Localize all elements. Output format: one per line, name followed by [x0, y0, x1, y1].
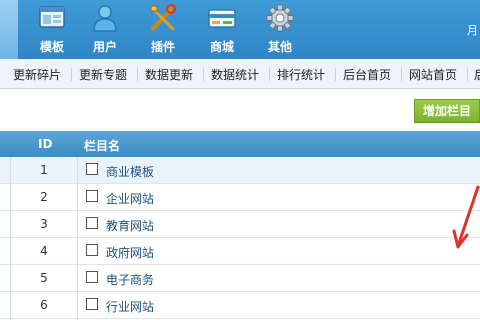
submenu-divider	[467, 68, 468, 81]
nav-item-template[interactable]: 模板	[24, 0, 80, 59]
nav-item-shop[interactable]: 商城	[194, 0, 250, 59]
row-id: 6	[40, 298, 48, 312]
submenu-update-topics[interactable]: 更新专题	[79, 66, 127, 83]
submenu-admin-home[interactable]: 后台首页	[343, 66, 391, 83]
column-header-name: 栏目名	[84, 139, 121, 153]
table-row: 6 行业网站	[0, 292, 480, 319]
row-column-name[interactable]: 教育网站	[106, 217, 154, 234]
nav-item-user[interactable]: 用户	[77, 0, 133, 59]
column-header-id: ID	[38, 137, 53, 151]
nav-label-other: 其他	[267, 40, 292, 54]
submenu-update-fragments[interactable]: 更新碎片	[13, 66, 61, 83]
table-header: ID 栏目名	[0, 131, 480, 157]
template-window-icon	[39, 6, 65, 28]
submenu-truncated-item[interactable]: 后	[474, 66, 480, 83]
row-id: 2	[40, 190, 48, 204]
user-icon	[93, 5, 117, 32]
table-row: 2 企业网站	[0, 184, 480, 211]
submenu-ranking-statistics[interactable]: 排行统计	[277, 66, 325, 83]
column-divider	[10, 157, 11, 320]
nav-label-plugin: 插件	[150, 40, 175, 54]
submenu-data-update[interactable]: 数据更新	[145, 66, 193, 83]
row-id: 4	[40, 244, 48, 258]
gear-icon	[266, 4, 294, 32]
row-id: 3	[40, 217, 48, 231]
row-id: 5	[40, 271, 48, 285]
submenu-divider	[269, 68, 270, 81]
row-checkbox[interactable]	[86, 163, 98, 175]
add-column-button[interactable]: 增加栏目	[414, 99, 480, 123]
row-checkbox[interactable]	[86, 271, 98, 283]
row-column-name[interactable]: 电子商务	[106, 271, 154, 288]
top-nav-bar: 模板 用户 插件 商城 其他 月	[0, 0, 480, 59]
sub-menu-bar: 更新碎片 更新专题 数据更新 数据统计 排行统计 后台首页 网站首页 后	[0, 59, 480, 89]
nav-item-other[interactable]: 其他	[252, 0, 308, 59]
nav-item-active-edge[interactable]	[0, 0, 18, 59]
row-column-name[interactable]: 企业网站	[106, 190, 154, 207]
submenu-divider	[71, 68, 72, 81]
table-row: 3 教育网站	[0, 211, 480, 238]
table-row: 1 商业模板	[0, 157, 480, 184]
column-divider	[77, 157, 78, 320]
table-row: 4 政府网站	[0, 238, 480, 265]
row-column-name[interactable]: 政府网站	[106, 244, 154, 261]
nav-edge-text: 月	[467, 24, 478, 37]
nav-item-plugin[interactable]: 插件	[135, 0, 191, 59]
submenu-site-home[interactable]: 网站首页	[409, 66, 457, 83]
submenu-divider	[203, 68, 204, 81]
row-id: 1	[40, 163, 48, 177]
table-row: 5 电子商务	[0, 265, 480, 292]
shop-card-icon	[208, 9, 236, 28]
row-checkbox[interactable]	[86, 190, 98, 202]
row-checkbox[interactable]	[86, 244, 98, 256]
nav-label-shop: 商城	[209, 40, 234, 54]
submenu-data-statistics[interactable]: 数据统计	[211, 66, 259, 83]
nav-label-template: 模板	[39, 40, 64, 54]
row-checkbox[interactable]	[86, 217, 98, 229]
tools-icon	[150, 4, 176, 31]
row-column-name[interactable]: 商业模板	[106, 163, 154, 180]
row-column-name[interactable]: 行业网站	[106, 298, 154, 315]
row-checkbox[interactable]	[86, 298, 98, 310]
submenu-divider	[137, 68, 138, 81]
submenu-divider	[401, 68, 402, 81]
annotation-arrow-icon	[452, 185, 480, 249]
submenu-divider	[335, 68, 336, 81]
nav-label-user: 用户	[92, 40, 117, 54]
